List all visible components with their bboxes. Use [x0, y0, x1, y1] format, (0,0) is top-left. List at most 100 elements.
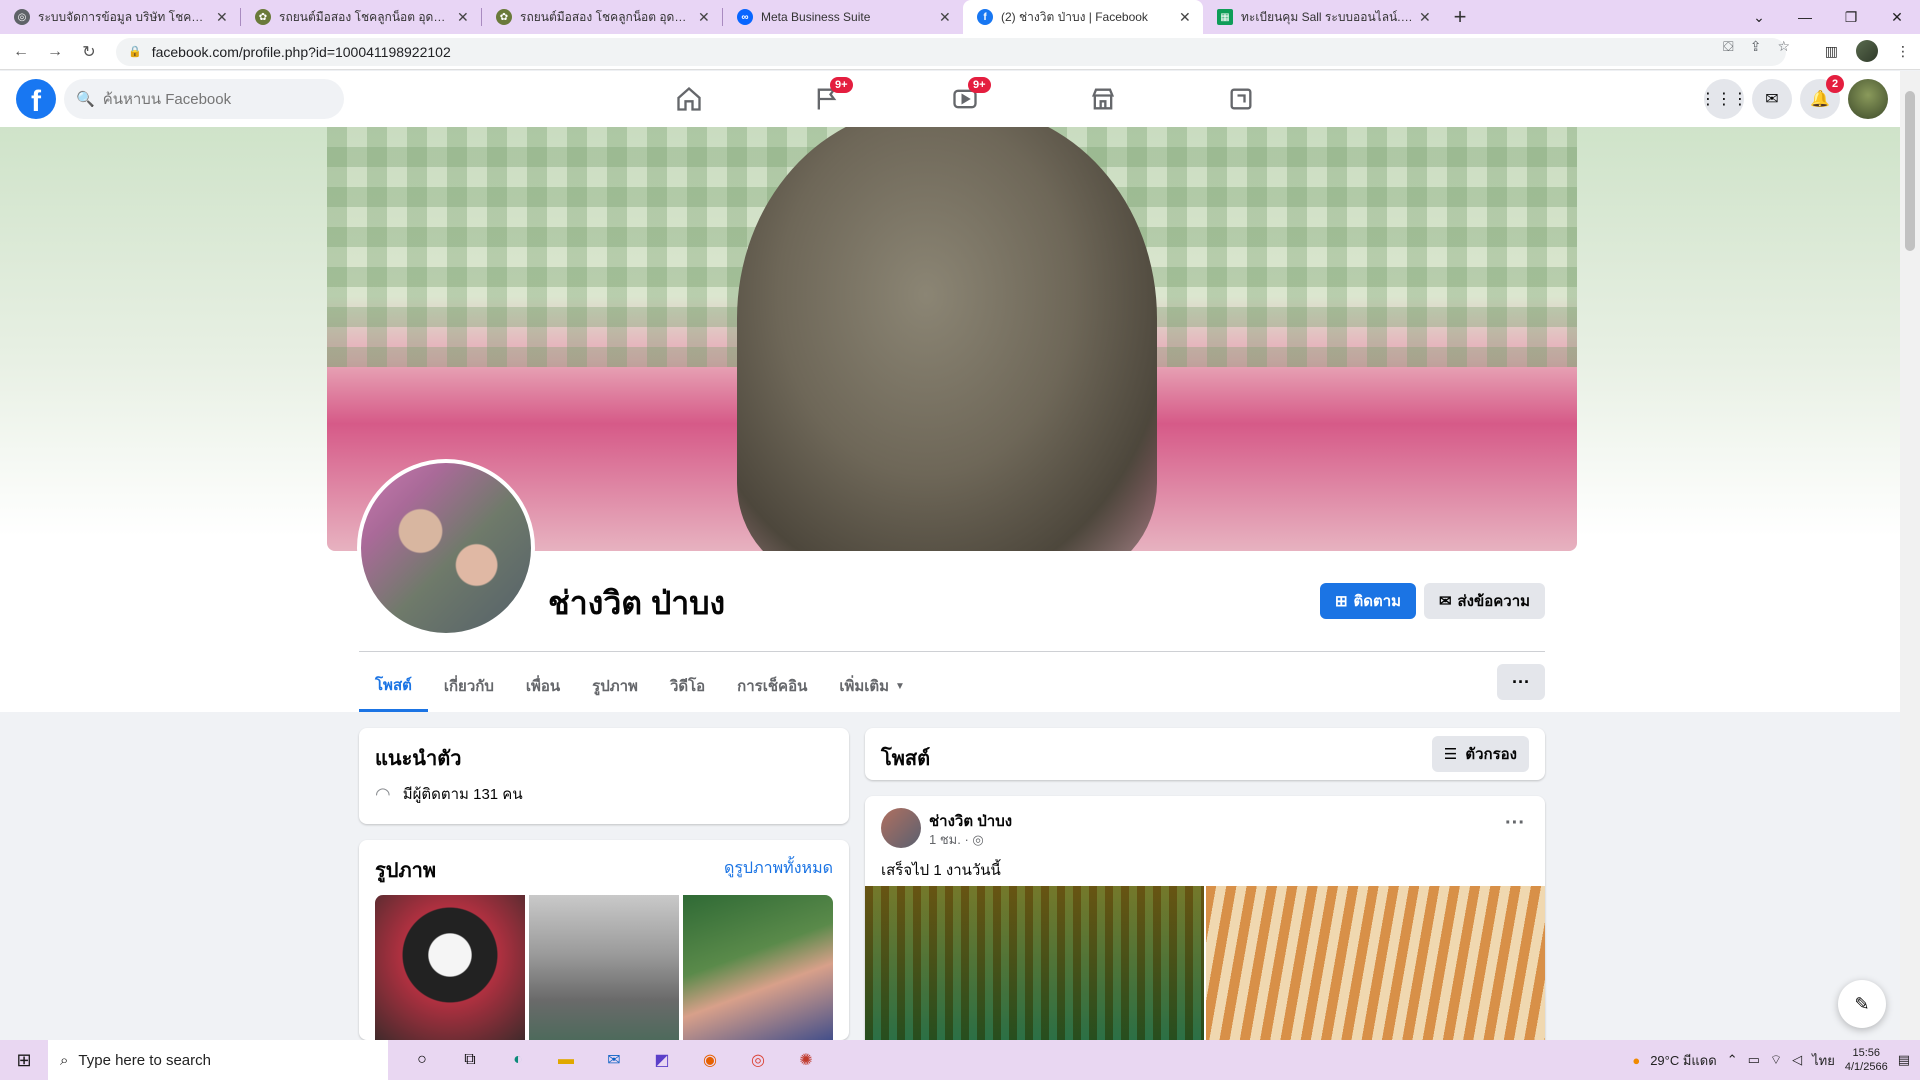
- browser-tab-4[interactable]: ∞ Meta Business Suite ✕: [723, 0, 963, 34]
- tab-posts[interactable]: โพสต์: [359, 660, 428, 712]
- follow-button[interactable]: ⊞ ติดตาม: [1320, 583, 1416, 619]
- taskbar-search-text: Type here to search: [78, 1051, 211, 1069]
- page-scrollbar[interactable]: [1900, 71, 1920, 1040]
- nav-home[interactable]: [620, 71, 758, 127]
- post-options-icon[interactable]: ···: [1505, 812, 1525, 835]
- side-panel-icon[interactable]: ▥: [1825, 43, 1838, 60]
- browser-tab-2[interactable]: ✿ รถยนต์มือสอง โชคลูกน็อต อุดรธานี ✕: [241, 0, 481, 34]
- minimize-icon[interactable]: —: [1782, 0, 1828, 34]
- profile-divider: [359, 651, 1545, 652]
- back-icon[interactable]: ←: [8, 39, 34, 65]
- url-bar[interactable]: 🔒 facebook.com/profile.php?id=1000411989…: [116, 37, 1786, 66]
- post-timestamp[interactable]: 1 ชม. · ◎: [929, 829, 984, 850]
- notifications-button[interactable]: 🔔 2: [1800, 75, 1844, 119]
- nav-gaming[interactable]: [1172, 71, 1310, 127]
- mail-icon[interactable]: ✉: [590, 1040, 638, 1080]
- tray-chevron-icon[interactable]: ⌃: [1727, 1052, 1738, 1068]
- close-window-icon[interactable]: ✕: [1874, 0, 1920, 34]
- scrollbar-thumb[interactable]: [1905, 91, 1915, 251]
- post-image[interactable]: [1206, 886, 1545, 1056]
- post-author-avatar[interactable]: [881, 808, 921, 848]
- bookmark-star-icon[interactable]: ☆: [1777, 38, 1790, 55]
- app-icon[interactable]: ◩: [638, 1040, 686, 1080]
- gaming-icon: [1230, 88, 1252, 110]
- taskbar-search[interactable]: ⌕ Type here to search: [48, 1040, 388, 1080]
- photo-thumbnail[interactable]: [683, 895, 833, 1040]
- share-icon[interactable]: ⇪: [1750, 38, 1762, 55]
- paint-icon[interactable]: ✺: [782, 1040, 830, 1080]
- restore-icon[interactable]: ❐: [1828, 0, 1874, 34]
- browser-tab-1[interactable]: ◎ ระบบจัดการข้อมูล บริษัท โชคลูกน็อต อุด…: [0, 0, 240, 34]
- file-explorer-icon[interactable]: ▬: [542, 1040, 590, 1080]
- firefox-icon[interactable]: ◉: [686, 1040, 734, 1080]
- filter-button[interactable]: ☰ ตัวกรอง: [1431, 736, 1529, 772]
- post-image[interactable]: [865, 886, 1204, 1056]
- input-language[interactable]: ไทย: [1812, 1050, 1835, 1071]
- facebook-search[interactable]: 🔍: [64, 79, 344, 119]
- sheets-favicon-icon: ▦: [1217, 9, 1233, 25]
- browser-tab-3[interactable]: ✿ รถยนต์มือสอง โชคลูกน็อต อุดรธานี ✕: [482, 0, 722, 34]
- messenger-button[interactable]: ✉: [1752, 79, 1792, 119]
- tab-title: Meta Business Suite: [761, 10, 871, 24]
- browser-profile-avatar[interactable]: [1856, 40, 1878, 62]
- forward-icon[interactable]: →: [42, 39, 68, 65]
- tab-more[interactable]: เพิ่มเติม ▼: [823, 660, 921, 712]
- facebook-logo[interactable]: f: [16, 79, 56, 119]
- photo-thumbnail[interactable]: [529, 895, 679, 1040]
- new-message-button[interactable]: ✎: [1838, 980, 1886, 1028]
- notification-badge: 9+: [968, 77, 991, 93]
- browser-menu-icon[interactable]: ⋮: [1896, 43, 1910, 60]
- intro-card: แนะนำตัว ◠ มีผู้ติดตาม 131 คน: [359, 728, 849, 824]
- lock-icon[interactable]: 🔒: [128, 45, 142, 58]
- new-tab-button[interactable]: +: [1443, 0, 1477, 34]
- account-avatar[interactable]: [1848, 79, 1888, 119]
- browser-tab-6[interactable]: ▦ ทะเบียนคุม Sall ระบบออนไลน์.xlsx - G ✕: [1203, 0, 1443, 34]
- photos-card: รูปภาพ ดูรูปภาพทั้งหมด: [359, 840, 849, 1040]
- close-tab-icon[interactable]: ✕: [1179, 9, 1193, 26]
- nav-pages[interactable]: 9+: [758, 71, 896, 127]
- tab-photos[interactable]: รูปภาพ: [576, 660, 654, 712]
- search-icon: ⌕: [60, 1051, 69, 1069]
- follow-label: ติดตาม: [1353, 593, 1402, 610]
- tab-about[interactable]: เกี่ยวกับ: [428, 660, 510, 712]
- close-tab-icon[interactable]: ✕: [457, 9, 471, 26]
- send-message-button[interactable]: ✉ ส่งข้อความ: [1424, 583, 1545, 619]
- weather-text[interactable]: 29°C มีแดด: [1650, 1050, 1717, 1071]
- site-favicon-icon: ✿: [496, 9, 512, 25]
- edge-icon[interactable]: ◐: [494, 1040, 542, 1080]
- clock[interactable]: 15:56 4/1/2566: [1845, 1046, 1888, 1074]
- tab-search-icon[interactable]: ⌄: [1736, 0, 1782, 34]
- browser-tab-5-active[interactable]: f (2) ช่างวิต ป่าบง | Facebook ✕: [963, 0, 1203, 34]
- battery-icon[interactable]: ▭: [1748, 1052, 1760, 1068]
- reload-icon[interactable]: ↻: [76, 39, 102, 65]
- profile-more-options-button[interactable]: ···: [1497, 664, 1545, 700]
- profile-picture[interactable]: [357, 459, 535, 637]
- photo-thumbnail[interactable]: [375, 895, 525, 1040]
- nav-marketplace[interactable]: [1034, 71, 1172, 127]
- action-center-icon[interactable]: ▤: [1898, 1052, 1910, 1068]
- volume-icon[interactable]: ◁: [1792, 1052, 1802, 1068]
- close-tab-icon[interactable]: ✕: [698, 9, 712, 26]
- network-icon[interactable]: ⌔: [1770, 1052, 1782, 1068]
- close-tab-icon[interactable]: ✕: [939, 9, 953, 26]
- tab-friends[interactable]: เพื่อน: [510, 660, 576, 712]
- cortana-icon[interactable]: ○: [398, 1040, 446, 1080]
- facebook-header: f 🔍 9+ 9+ ⋮⋮⋮ ✉ 🔔 2: [0, 71, 1900, 127]
- tab-checkins[interactable]: การเช็คอิน: [721, 660, 823, 712]
- menu-grid-button[interactable]: ⋮⋮⋮: [1700, 79, 1748, 119]
- close-tab-icon[interactable]: ✕: [1419, 9, 1433, 26]
- messenger-icon: ✉: [1765, 91, 1779, 108]
- translate-icon[interactable]: ⛋: [1723, 38, 1734, 55]
- follow-icon: ⊞: [1334, 593, 1348, 610]
- tab-videos[interactable]: วิดีโอ: [654, 660, 721, 712]
- windows-start-icon[interactable]: ⊞: [0, 1040, 48, 1080]
- home-icon: [677, 86, 701, 111]
- facebook-search-input[interactable]: [102, 90, 323, 108]
- cover-photo[interactable]: [327, 127, 1577, 551]
- close-tab-icon[interactable]: ✕: [216, 9, 230, 26]
- nav-watch[interactable]: 9+: [896, 71, 1034, 127]
- facebook-favicon-icon: f: [977, 9, 993, 25]
- chrome-icon[interactable]: ◎: [734, 1040, 782, 1080]
- see-all-photos-link[interactable]: ดูรูปภาพทั้งหมด: [724, 856, 833, 881]
- task-view-icon[interactable]: ⧉: [446, 1040, 494, 1080]
